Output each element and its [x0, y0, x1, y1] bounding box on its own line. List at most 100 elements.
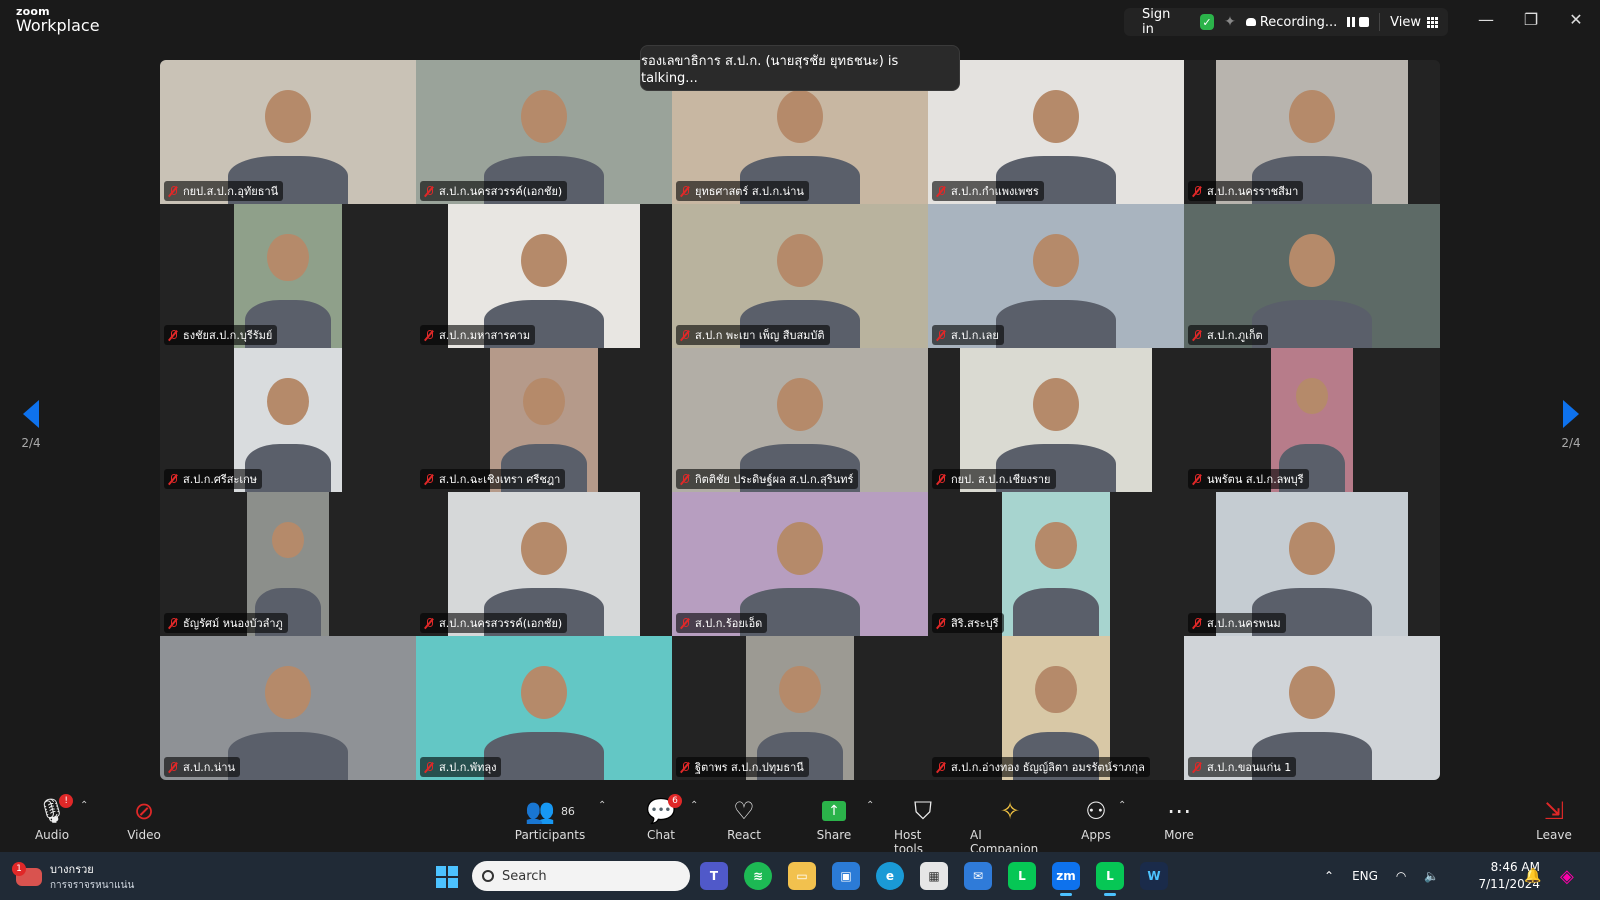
microsoft-store-icon[interactable]: ▦ [920, 862, 948, 890]
stop-recording-icon[interactable] [1359, 17, 1370, 27]
participant-name: สิริ.สระบุรี [951, 617, 999, 630]
widget-traffic-status: การจราจรหนาแน่น [50, 880, 135, 891]
file-explorer-icon[interactable]: ▭ [788, 862, 816, 890]
participant-name: กิตติชัย ประดิษฐ์ผล ส.ป.ก.สุรินทร์ [695, 473, 854, 486]
restore-button[interactable]: ❐ [1519, 10, 1543, 29]
mic-muted-icon [423, 617, 435, 629]
notification-bell-icon[interactable]: 🔔 [1524, 852, 1541, 900]
mic-muted-icon [679, 473, 691, 485]
close-window-button[interactable]: ✕ [1564, 10, 1588, 29]
mail-icon[interactable]: ✉ [964, 862, 992, 890]
participants-options-caret[interactable]: ⌃ [598, 800, 606, 811]
edge-browser-icon[interactable]: e [876, 862, 904, 890]
participant-name: ส.ป.ก.กำแพงเพชร [951, 185, 1039, 198]
participant-name-label: ส.ป.ก.ศรีสะเกษ [164, 469, 263, 489]
show-hidden-icons-chevron-icon[interactable]: ⌃ [1324, 869, 1334, 883]
participant-tile[interactable]: นพรัตน ส.ป.ก.ลพบุรี [1184, 348, 1440, 492]
participant-tile[interactable]: ส.ป.ก.ร้อยเอ็ด [672, 492, 928, 636]
zoom-app-icon[interactable]: zm [1052, 862, 1080, 896]
sign-in-button[interactable]: Sign in [1134, 7, 1190, 37]
participants-button[interactable]: 👥 86 Participants [515, 794, 586, 842]
participant-tile[interactable]: ส.ป.ก.นครสวรรค์(เอกชัย) [416, 492, 672, 636]
language-indicator[interactable]: ENG [1352, 869, 1378, 883]
react-button[interactable]: ♡ React [727, 794, 761, 842]
chart-app-icon[interactable]: W [1140, 862, 1168, 890]
line-app-icon-2[interactable]: L [1096, 862, 1124, 896]
next-page-button[interactable]: 2/4 [1556, 400, 1586, 450]
mic-muted-icon [167, 761, 179, 773]
chat-options-caret[interactable]: ⌃ [690, 800, 698, 811]
share-options-caret[interactable]: ⌃ [866, 800, 874, 811]
participant-tile[interactable]: ส.ป.ก.นครพนม [1184, 492, 1440, 636]
participant-name-label: ธัญรัศม์ หนองบัวลำภู [164, 613, 288, 633]
line-app-icon[interactable]: L [1008, 862, 1036, 890]
more-button[interactable]: ⋯ More [1162, 794, 1196, 842]
wifi-icon[interactable]: ◠ [1396, 869, 1406, 883]
page-indicator-right: 2/4 [1561, 436, 1581, 450]
participant-tile[interactable]: ส.ป.ก.ศรีสะเกษ [160, 348, 416, 492]
participant-name: กยป.ส.ป.ก.อุทัยธานี [183, 185, 279, 198]
view-button[interactable]: View [1390, 15, 1438, 30]
participant-name: ยุทธศาสตร์ ส.ป.ก.น่าน [695, 185, 804, 198]
audio-button[interactable]: 🎙! Audio [34, 794, 74, 842]
participant-tile[interactable]: ส.ป.ก.พัทลุง [416, 636, 672, 780]
participant-tile[interactable]: สิริ.สระบุรี [928, 492, 1184, 636]
participant-tile[interactable]: ส.ป.ก.เลย [928, 204, 1184, 348]
participant-name: ส.ป.ก.ฉะเชิงเทรา ศรีชฎา [439, 473, 561, 486]
participant-name-label: ส.ป.ก.อ่างทอง ธัญญ์ลิตา อมรรัตน์ราภกุล [932, 757, 1150, 777]
desktop-app-icon[interactable]: ▣ [832, 862, 860, 890]
chat-button[interactable]: 💬 6 Chat [646, 794, 682, 842]
participant-tile[interactable]: ส.ป.ก.นครราชสีมา [1184, 60, 1440, 204]
mic-muted-icon [935, 185, 947, 197]
video-label: Video [127, 828, 161, 842]
participant-tile[interactable]: ส.ป.ก.ขอนแก่น 1 [1184, 636, 1440, 780]
ai-sparkle-icon[interactable]: ✦ [1224, 14, 1236, 30]
ai-companion-button[interactable]: ✧ AI Companion [970, 794, 1050, 856]
apps-options-caret[interactable]: ⌃ [1118, 800, 1126, 811]
participants-icon: 👥 86 [525, 797, 575, 825]
share-button[interactable]: ↑ Share [816, 794, 852, 842]
participant-tile[interactable]: ส.ป.ก.ภูเก็ต [1184, 204, 1440, 348]
video-button[interactable]: ⊘ Video [126, 794, 162, 842]
participant-tile[interactable]: กิตติชัย ประดิษฐ์ผล ส.ป.ก.สุรินทร์ [672, 348, 928, 492]
participant-tile[interactable]: ส.ป.ก.กำแพงเพชร [928, 60, 1184, 204]
minimize-button[interactable]: — [1474, 10, 1498, 29]
security-shield-icon[interactable]: ✓ [1199, 14, 1215, 30]
participant-tile[interactable]: กยป.ส.ป.ก.อุทัยธานี [160, 60, 416, 204]
mic-muted-icon [935, 761, 947, 773]
windows-taskbar: 1 บางกรวย การจราจรหนาแน่น Search T ≋ ▭ ▣… [0, 852, 1600, 900]
spotify-icon[interactable]: ≋ [744, 862, 772, 890]
participant-tile[interactable]: ธัญรัศม์ หนองบัวลำภู [160, 492, 416, 636]
zoom-logo: zoom Workplace [16, 6, 100, 34]
mic-muted-icon [935, 329, 947, 341]
participant-name-label: ส.ป.ก.ภูเก็ต [1188, 325, 1268, 345]
pause-recording-icon[interactable] [1347, 17, 1356, 27]
cloud-recording-icon [1245, 18, 1256, 26]
mic-muted-icon [167, 329, 179, 341]
person-silhouette-body [484, 732, 604, 780]
page-indicator-left: 2/4 [21, 436, 41, 450]
audio-options-caret[interactable]: ⌃ [80, 800, 88, 811]
apps-button[interactable]: ⚇ Apps [1080, 794, 1112, 842]
host-tools-button[interactable]: ⛉ Host tools [894, 794, 952, 856]
participant-tile[interactable]: ส.ป.ก.มหาสารคาม [416, 204, 672, 348]
participant-tile[interactable]: ฐิตาพร ส.ป.ก.ปทุมธานี [672, 636, 928, 780]
prev-page-button[interactable]: 2/4 [16, 400, 46, 450]
teams-icon[interactable]: T [700, 862, 728, 890]
participant-tile[interactable]: ธงชัยส.ป.ก.บุรีรัมย์ [160, 204, 416, 348]
participant-name-label: ส.ป.ก.ฉะเชิงเทรา ศรีชฎา [420, 469, 566, 489]
participant-tile[interactable]: ส.ป.ก.น่าน [160, 636, 416, 780]
volume-icon[interactable]: 🔈 [1424, 869, 1439, 883]
search-placeholder: Search [502, 868, 547, 884]
participant-tile[interactable]: กยป. ส.ป.ก.เชียงราย [928, 348, 1184, 492]
leave-button[interactable]: ⇲ Leave [1536, 794, 1572, 842]
taskbar-search-box[interactable]: Search [472, 861, 690, 891]
leave-icon: ⇲ [1543, 797, 1565, 825]
participant-tile[interactable]: ส.ป.ก.อ่างทอง ธัญญ์ลิตา อมรรัตน์ราภกุล [928, 636, 1184, 780]
participant-tile[interactable]: ส.ป.ก.ฉะเชิงเทรา ศรีชฎา [416, 348, 672, 492]
widgets-button[interactable]: 1 บางกรวย การจราจรหนาแน่น [12, 860, 135, 893]
participant-tile[interactable]: ส.ป.ก.นครสวรรค์(เอกชัย) [416, 60, 672, 204]
windows-start-icon[interactable] [436, 866, 458, 888]
participant-tile[interactable]: ส.ป.ก พะเยา เพ็ญ สืบสมบัติ [672, 204, 928, 348]
copilot-icon[interactable]: ◈ [1560, 852, 1574, 900]
